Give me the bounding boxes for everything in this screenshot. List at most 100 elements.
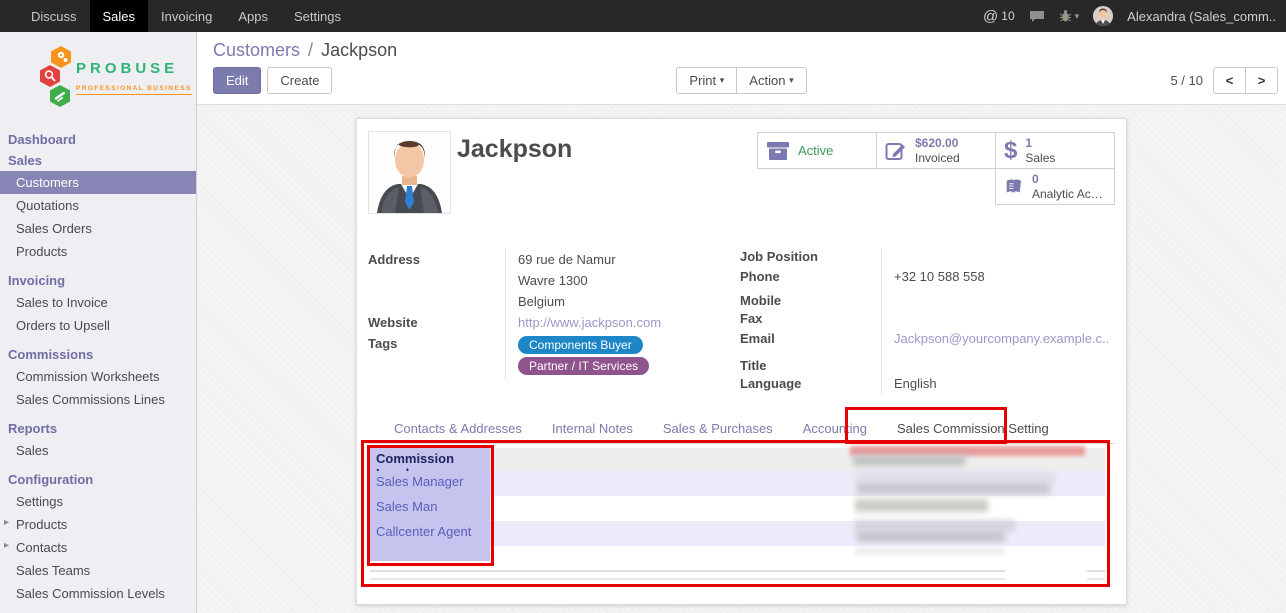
print-dropdown-button[interactable]: Print ▾ bbox=[676, 67, 737, 94]
book-icon bbox=[1004, 177, 1024, 197]
pager: 5 / 10 < > bbox=[1170, 67, 1278, 94]
tag-partner-it-services[interactable]: Partner / IT Services bbox=[518, 357, 649, 375]
customer-form-sheet: Jackpson Active bbox=[356, 118, 1127, 605]
invoiced-label: Invoiced bbox=[915, 151, 960, 166]
redacted-cell bbox=[857, 483, 1050, 494]
sidebar-item-config-products[interactable]: ▸ Products bbox=[0, 513, 196, 536]
right-field-group: Job Position Phone +32 10 588 558 Mobile… bbox=[740, 249, 1118, 394]
content-area: Jackpson Active bbox=[197, 105, 1286, 613]
sidebar-item-products[interactable]: Products bbox=[0, 240, 196, 263]
analytic-accounts-stat-button[interactable]: 0 Analytic Acco... bbox=[995, 168, 1115, 205]
sidebar-item-config-contacts[interactable]: ▸ Contacts bbox=[0, 536, 196, 559]
address-line-1: 69 rue de Namur bbox=[505, 249, 714, 270]
sidebar-item-sales-to-invoice[interactable]: Sales to Invoice bbox=[0, 291, 196, 314]
sidebar-item-customers[interactable]: Customers bbox=[0, 171, 196, 194]
user-avatar[interactable] bbox=[1093, 6, 1113, 26]
chat-bubble-icon[interactable] bbox=[1029, 10, 1045, 23]
sidebar-item-orders-to-upsell[interactable]: Orders to Upsell bbox=[0, 314, 196, 337]
redacted-cell bbox=[855, 472, 1055, 483]
invoiced-amount: $620.00 bbox=[915, 136, 960, 151]
sales-count: 1 bbox=[1025, 136, 1055, 151]
expand-arrow-icon[interactable]: ▸ bbox=[4, 517, 9, 528]
topmenu-apps[interactable]: Apps bbox=[225, 0, 281, 32]
topmenu-sales[interactable]: Sales bbox=[90, 0, 149, 32]
email-link[interactable]: Jackpson@yourcompany.example.c.. bbox=[894, 331, 1109, 346]
sidebar-section-reports[interactable]: Reports bbox=[0, 418, 196, 439]
tags-label: Tags bbox=[368, 333, 505, 381]
language-value: English bbox=[881, 373, 1118, 394]
topmenu-settings[interactable]: Settings bbox=[281, 0, 354, 32]
website-label: Website bbox=[368, 312, 505, 333]
action-dropdown-button[interactable]: Action ▾ bbox=[736, 67, 806, 94]
logo-brand: PROBUSE bbox=[76, 60, 192, 77]
probuse-logo: PROBUSE PROFESSIONAL BUSINESS bbox=[0, 32, 196, 117]
sidebar-section-commissions[interactable]: Commissions bbox=[0, 344, 196, 365]
sidebar-section-invoicing[interactable]: Invoicing bbox=[0, 270, 196, 291]
website-link[interactable]: http://www.jackpson.com bbox=[518, 315, 661, 330]
sidebar-item-sales-orders[interactable]: Sales Orders bbox=[0, 217, 196, 240]
stat-buttons: Active $620.00 Invoiced $ 1 bbox=[758, 133, 1114, 205]
customer-name: Jackpson bbox=[457, 135, 572, 164]
address-line-3: Belgium bbox=[505, 291, 714, 312]
redacted-cell bbox=[857, 531, 1005, 542]
active-status-label: Active bbox=[798, 143, 833, 158]
debug-bug-icon[interactable]: ▾ bbox=[1059, 9, 1080, 23]
commission-level-column-header[interactable]: Commission Level bbox=[370, 448, 490, 471]
edit-pencil-icon bbox=[885, 140, 907, 162]
table-row[interactable]: Sales Man bbox=[370, 496, 1105, 521]
commission-level-cell[interactable]: Sales Manager bbox=[370, 471, 490, 496]
sidebar-item-sales-commission-levels[interactable]: Sales Commission Levels bbox=[0, 582, 196, 605]
sidebar-item-reports-sales[interactable]: Sales bbox=[0, 439, 196, 462]
invoiced-stat-button[interactable]: $620.00 Invoiced bbox=[876, 132, 996, 169]
fax-label: Fax bbox=[740, 308, 881, 328]
tab-sales-commission-setting[interactable]: Sales Commission Setting bbox=[882, 415, 1064, 443]
mentions-counter[interactable]: @ 10 bbox=[983, 8, 1015, 25]
mobile-label: Mobile bbox=[740, 287, 881, 308]
sidebar-section-sales[interactable]: Sales bbox=[0, 150, 196, 171]
title-value bbox=[881, 351, 1118, 373]
sidebar-nav: Dashboard Sales Customers Quotations Sal… bbox=[0, 129, 196, 605]
sidebar-item-sales-teams[interactable]: Sales Teams bbox=[0, 559, 196, 582]
active-stat-button[interactable]: Active bbox=[757, 132, 877, 169]
tab-internal-notes[interactable]: Internal Notes bbox=[537, 415, 648, 443]
customer-photo[interactable] bbox=[368, 131, 451, 214]
tag-components-buyer[interactable]: Components Buyer bbox=[518, 336, 643, 354]
mentions-count: 10 bbox=[1001, 9, 1014, 23]
tab-sales-purchases[interactable]: Sales & Purchases bbox=[648, 415, 788, 443]
redacted-cell bbox=[855, 547, 1005, 555]
caret-down-icon: ▾ bbox=[1075, 11, 1080, 22]
user-name[interactable]: Alexandra (Sales_comm.. bbox=[1127, 9, 1276, 24]
email-label: Email bbox=[740, 328, 881, 351]
sidebar-section-dashboard[interactable]: Dashboard bbox=[0, 129, 196, 150]
commission-level-cell[interactable]: Callcenter Agent bbox=[370, 521, 490, 546]
expand-arrow-icon[interactable]: ▸ bbox=[4, 540, 9, 551]
sidebar-item-settings[interactable]: Settings bbox=[0, 490, 196, 513]
notebook-tabs: Contacts & Addresses Internal Notes Sale… bbox=[368, 416, 1115, 444]
analytic-label: Analytic Acco... bbox=[1032, 187, 1106, 202]
tags-field: Components Buyer Partner / IT Services bbox=[505, 333, 714, 381]
pager-next-button[interactable]: > bbox=[1245, 67, 1278, 94]
tab-contacts-addresses[interactable]: Contacts & Addresses bbox=[379, 415, 537, 443]
redacted-header-cell bbox=[853, 455, 965, 466]
sidebar-item-commission-worksheets[interactable]: Commission Worksheets bbox=[0, 365, 196, 388]
pager-prev-button[interactable]: < bbox=[1213, 67, 1246, 94]
sidebar-section-configuration[interactable]: Configuration bbox=[0, 469, 196, 490]
pager-counter: 5 / 10 bbox=[1170, 73, 1203, 88]
fax-value bbox=[881, 308, 1118, 328]
breadcrumb-current: Jackpson bbox=[321, 40, 397, 60]
tab-accounting[interactable]: Accounting bbox=[788, 415, 882, 443]
redacted-cell bbox=[855, 520, 1015, 531]
sales-label: Sales bbox=[1025, 151, 1055, 166]
topmenu-invoicing[interactable]: Invoicing bbox=[148, 0, 225, 32]
topbar-right: @ 10 ▾ Alexandra (Sales_comm.. bbox=[983, 0, 1286, 32]
sidebar-item-quotations[interactable]: Quotations bbox=[0, 194, 196, 217]
topmenu-discuss[interactable]: Discuss bbox=[18, 0, 90, 32]
commission-level-cell[interactable]: Sales Man bbox=[370, 496, 490, 521]
archive-box-icon bbox=[766, 140, 790, 161]
breadcrumb-customers[interactable]: Customers bbox=[213, 40, 300, 60]
sales-stat-button[interactable]: $ 1 Sales bbox=[995, 132, 1115, 169]
sidebar-item-sales-commissions-lines[interactable]: Sales Commissions Lines bbox=[0, 388, 196, 411]
topbar: Discuss Sales Invoicing Apps Settings @ … bbox=[0, 0, 1286, 32]
sidebar-item-label: Contacts bbox=[16, 540, 67, 555]
address-label: Address bbox=[368, 249, 505, 270]
